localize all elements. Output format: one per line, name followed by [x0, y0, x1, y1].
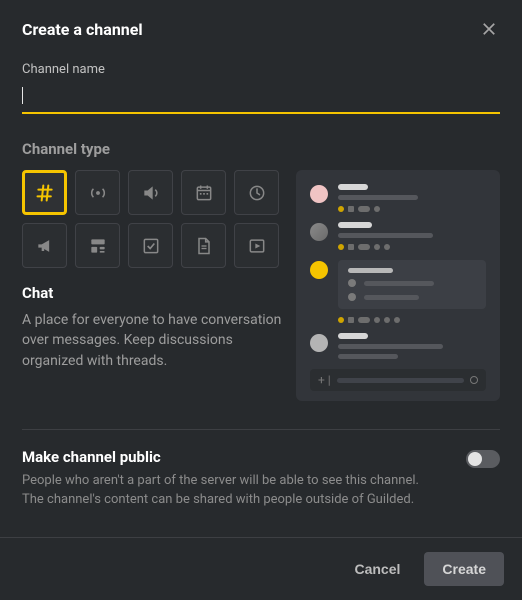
type-voice[interactable] [75, 170, 120, 215]
broadcast-icon [88, 183, 108, 203]
create-button[interactable]: Create [424, 552, 504, 586]
avatar [310, 223, 328, 241]
avatar [310, 185, 328, 203]
preview-message [310, 333, 486, 359]
volume-icon [141, 183, 161, 203]
plus-icon: + | [318, 373, 331, 387]
public-title: Make channel public [22, 448, 442, 466]
type-list[interactable] [128, 223, 173, 268]
avatar [310, 261, 328, 279]
type-forums[interactable] [75, 223, 120, 268]
preview-message [310, 184, 486, 212]
selected-type-name: Chat [22, 284, 282, 302]
divider [22, 429, 500, 430]
close-button[interactable] [476, 16, 502, 42]
type-stream[interactable] [128, 170, 173, 215]
close-icon [480, 20, 498, 38]
toggle-knob [468, 452, 482, 466]
megaphone-icon [35, 236, 55, 256]
avatar [310, 334, 328, 352]
type-chat[interactable] [22, 170, 67, 215]
modal-footer: Cancel Create [0, 537, 522, 600]
layout-icon [88, 236, 108, 256]
type-calendar[interactable] [181, 170, 226, 215]
checkbox-icon [141, 236, 161, 256]
preview-message [310, 260, 486, 323]
channel-name-field-wrap [22, 83, 500, 114]
emoji-icon [470, 376, 478, 384]
type-announcements[interactable] [22, 223, 67, 268]
chat-preview: + | [296, 170, 500, 401]
modal-title: Create a channel [22, 20, 143, 39]
channel-type-grid [22, 170, 282, 268]
type-scheduling[interactable] [234, 170, 279, 215]
preview-message [310, 222, 486, 250]
modal-body: Channel name Channel type [0, 56, 522, 537]
clock-icon [247, 183, 267, 203]
modal-header: Create a channel [0, 0, 522, 56]
hash-icon [35, 183, 55, 203]
channel-name-input[interactable] [22, 83, 500, 114]
document-icon [194, 236, 214, 256]
preview-composer: + | [310, 369, 486, 391]
selected-type-desc: A place for everyone to have conversatio… [22, 310, 282, 371]
type-media[interactable] [234, 223, 279, 268]
preview-thread [338, 260, 486, 309]
public-desc: People who aren't a part of the server w… [22, 472, 442, 510]
play-icon [247, 236, 267, 256]
text-cursor [22, 87, 23, 104]
channel-type-label: Channel type [22, 140, 500, 158]
public-toggle[interactable] [466, 450, 500, 468]
calendar-icon [194, 183, 214, 203]
create-channel-modal: Create a channel Channel name Channel ty… [0, 0, 522, 600]
type-docs[interactable] [181, 223, 226, 268]
cancel-button[interactable]: Cancel [336, 552, 418, 586]
channel-name-label: Channel name [22, 62, 500, 77]
channel-type-row: Chat A place for everyone to have conver… [22, 170, 500, 401]
public-setting: Make channel public People who aren't a … [22, 448, 500, 510]
